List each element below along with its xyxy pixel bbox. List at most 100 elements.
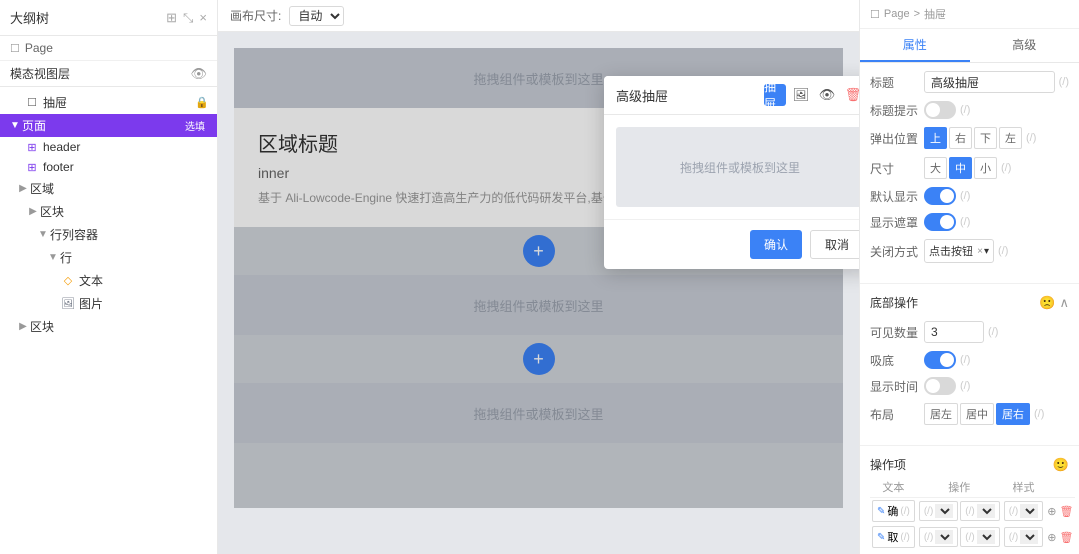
pos-left[interactable]: 左 bbox=[999, 127, 1022, 149]
prop-default-show-label: 默认显示 bbox=[870, 188, 924, 205]
prop-close-method-label: 关闭方式 bbox=[870, 243, 924, 260]
eye-icon[interactable]: 👁 bbox=[190, 66, 207, 82]
layout-center[interactable]: 居中 bbox=[960, 403, 994, 425]
arrow-down-icon-2: ▼ bbox=[36, 229, 50, 240]
image-icon: 🖼 bbox=[60, 297, 76, 310]
layout-left[interactable]: 居左 bbox=[924, 403, 958, 425]
toggle-default-show[interactable] bbox=[924, 187, 956, 205]
ops-row2-style[interactable]: (/) bbox=[1004, 527, 1043, 547]
prop-title-input[interactable] bbox=[924, 71, 1055, 93]
ops-row1-style[interactable]: (/) bbox=[1004, 501, 1043, 521]
ops-row2-style-select[interactable] bbox=[1020, 530, 1038, 544]
close-method-value: 点击按钮 bbox=[929, 243, 973, 259]
modal-drop-zone[interactable]: 拖拽组件或模板到这里 bbox=[616, 127, 859, 207]
prop-visible-count-slash: (/) bbox=[988, 326, 998, 338]
breadcrumb-sep: > bbox=[914, 8, 920, 20]
toggle-sticky[interactable] bbox=[924, 351, 956, 369]
modal-footer: 确认 取消 bbox=[604, 219, 859, 269]
pos-bottom[interactable]: 下 bbox=[974, 127, 997, 149]
smiley-icon-2: 🙂 bbox=[1053, 457, 1069, 473]
selected-badge: 选填 bbox=[181, 118, 209, 133]
tree-item-block1[interactable]: ▶ 区块 bbox=[0, 200, 217, 223]
prop-title-value: (/) bbox=[924, 71, 1069, 93]
prop-row-show-time: 显示时间 (/) bbox=[870, 377, 1069, 395]
modal-header: 高级抽屉 抽屉 🖼 👁 🗑 bbox=[604, 76, 859, 115]
layout-right[interactable]: 居右 bbox=[996, 403, 1030, 425]
tree-item-footer[interactable]: ⊞ footer bbox=[0, 157, 217, 177]
breadcrumb-page[interactable]: Page bbox=[884, 8, 910, 20]
modal-tab-drawer[interactable]: 抽屉 bbox=[764, 84, 786, 106]
ops-row1-action2-select[interactable] bbox=[977, 504, 995, 518]
page-row: ☐ Page bbox=[0, 36, 217, 61]
ops-row1-action2[interactable]: (/) bbox=[960, 501, 999, 521]
ops-row1-delete-icon[interactable]: 🗑 bbox=[1059, 506, 1073, 518]
toggle-show-mask[interactable] bbox=[924, 213, 956, 231]
toggle-show-time[interactable] bbox=[924, 377, 956, 395]
modal-header-icons: 抽屉 🖼 👁 🗑 bbox=[764, 84, 859, 106]
canvas-area[interactable]: 拖拽组件或模板到这里 区域标题 inner 基于 Ali-Lowcode-Eng… bbox=[218, 32, 859, 554]
tree-item-drawer[interactable]: ☐ 抽屉 🔒 bbox=[0, 91, 217, 114]
ops-row2-action[interactable]: (/) bbox=[919, 527, 958, 547]
tree-item-header[interactable]: ⊞ header bbox=[0, 137, 217, 157]
ops-row2-action2-select[interactable] bbox=[977, 530, 995, 544]
divider-1 bbox=[860, 283, 1079, 284]
expand-icon[interactable]: ⤡ bbox=[183, 10, 193, 26]
right-panel: ☐ Page > 抽屉 属性 高级 标题 (/) 标题提示 (/) 弹出位置 bbox=[859, 0, 1079, 554]
modal-icon-image[interactable]: 🖼 bbox=[790, 84, 812, 106]
ops-row2-action2[interactable]: (/) bbox=[960, 527, 999, 547]
prop-visible-count-input[interactable] bbox=[924, 321, 984, 343]
modal-confirm-btn[interactable]: 确认 bbox=[750, 230, 802, 259]
tree-item-row-container[interactable]: ▼ 行列容器 bbox=[0, 223, 217, 246]
prop-popup-pos-value: 上 右 下 左 (/) bbox=[924, 127, 1069, 149]
size-medium[interactable]: 中 bbox=[949, 157, 972, 179]
canvas-size-select[interactable]: 自动 bbox=[289, 6, 344, 26]
ops-row2-copy-icon[interactable]: ⊕ bbox=[1047, 532, 1056, 544]
close-method-select[interactable]: 点击按钮 × ▾ bbox=[924, 239, 994, 263]
modal-title: 高级抽屉 bbox=[616, 86, 668, 105]
canvas-toolbar: 画布尺寸: 自动 bbox=[218, 0, 859, 32]
prop-row-default-show: 默认显示 (/) bbox=[870, 187, 1069, 205]
ops-row1-text[interactable]: ✎ 确 (/) bbox=[872, 500, 915, 522]
prop-row-visible-count: 可见数量 (/) bbox=[870, 321, 1069, 343]
tree-item-page-section[interactable]: ▼ 页面 选填 bbox=[0, 114, 217, 137]
modal-cancel-btn[interactable]: 取消 bbox=[810, 230, 859, 259]
size-large[interactable]: 大 bbox=[924, 157, 947, 179]
ops-row2-delete-icon[interactable]: 🗑 bbox=[1059, 532, 1073, 544]
pin-icon[interactable]: ⊞ bbox=[166, 10, 177, 26]
tree-item-text[interactable]: ◇ 文本 bbox=[0, 269, 217, 292]
tab-advanced[interactable]: 高级 bbox=[970, 29, 1079, 62]
ops-row1-style-select[interactable] bbox=[1020, 504, 1038, 518]
ops-row1-copy-icon[interactable]: ⊕ bbox=[1047, 506, 1056, 518]
breadcrumb-current: 抽屉 bbox=[924, 6, 946, 22]
bottom-ops-section: 可见数量 (/) 吸底 (/) 显示时间 (/) 布局 bbox=[860, 313, 1079, 441]
toggle-title-hint[interactable] bbox=[924, 101, 956, 119]
divider-2 bbox=[860, 445, 1079, 446]
chevron-up-icon[interactable]: ∧ bbox=[1059, 295, 1069, 311]
right-tabs: 属性 高级 bbox=[860, 29, 1079, 63]
pos-right[interactable]: 右 bbox=[949, 127, 972, 149]
chevron-down-icon[interactable]: ▾ bbox=[984, 246, 989, 257]
tree-item-block2[interactable]: ▶ 区块 bbox=[0, 315, 217, 338]
close-icon[interactable]: × bbox=[199, 10, 207, 26]
tree-item-image[interactable]: 🖼 图片 bbox=[0, 292, 217, 315]
ops-row1-action-select[interactable] bbox=[935, 504, 953, 518]
ops-row1-action[interactable]: (/) bbox=[919, 501, 958, 521]
size-small[interactable]: 小 bbox=[974, 157, 997, 179]
ops-row2-text[interactable]: ✎ 取 (/) bbox=[872, 526, 915, 548]
ops-row2-action-select[interactable] bbox=[935, 530, 953, 544]
ops-col-style: 样式 bbox=[1002, 477, 1045, 498]
modal-icon-delete[interactable]: 🗑 bbox=[842, 84, 859, 106]
modal-icon-eye[interactable]: 👁 bbox=[816, 84, 838, 106]
edit-icon-2: ✎ bbox=[877, 532, 885, 543]
close-x-icon[interactable]: × bbox=[977, 246, 983, 257]
tab-props[interactable]: 属性 bbox=[860, 29, 970, 62]
text-label: 文本 bbox=[79, 272, 209, 289]
prop-popup-pos-label: 弹出位置 bbox=[870, 130, 924, 147]
tree-item-area[interactable]: ▶ 区域 bbox=[0, 177, 217, 200]
prop-sticky-label: 吸底 bbox=[870, 352, 924, 369]
pos-top[interactable]: 上 bbox=[924, 127, 947, 149]
page-label[interactable]: Page bbox=[25, 41, 53, 55]
operations-title: 操作项 bbox=[870, 456, 906, 473]
mode-label: 模态视图层 bbox=[10, 65, 70, 82]
tree-item-row[interactable]: ▼ 行 bbox=[0, 246, 217, 269]
